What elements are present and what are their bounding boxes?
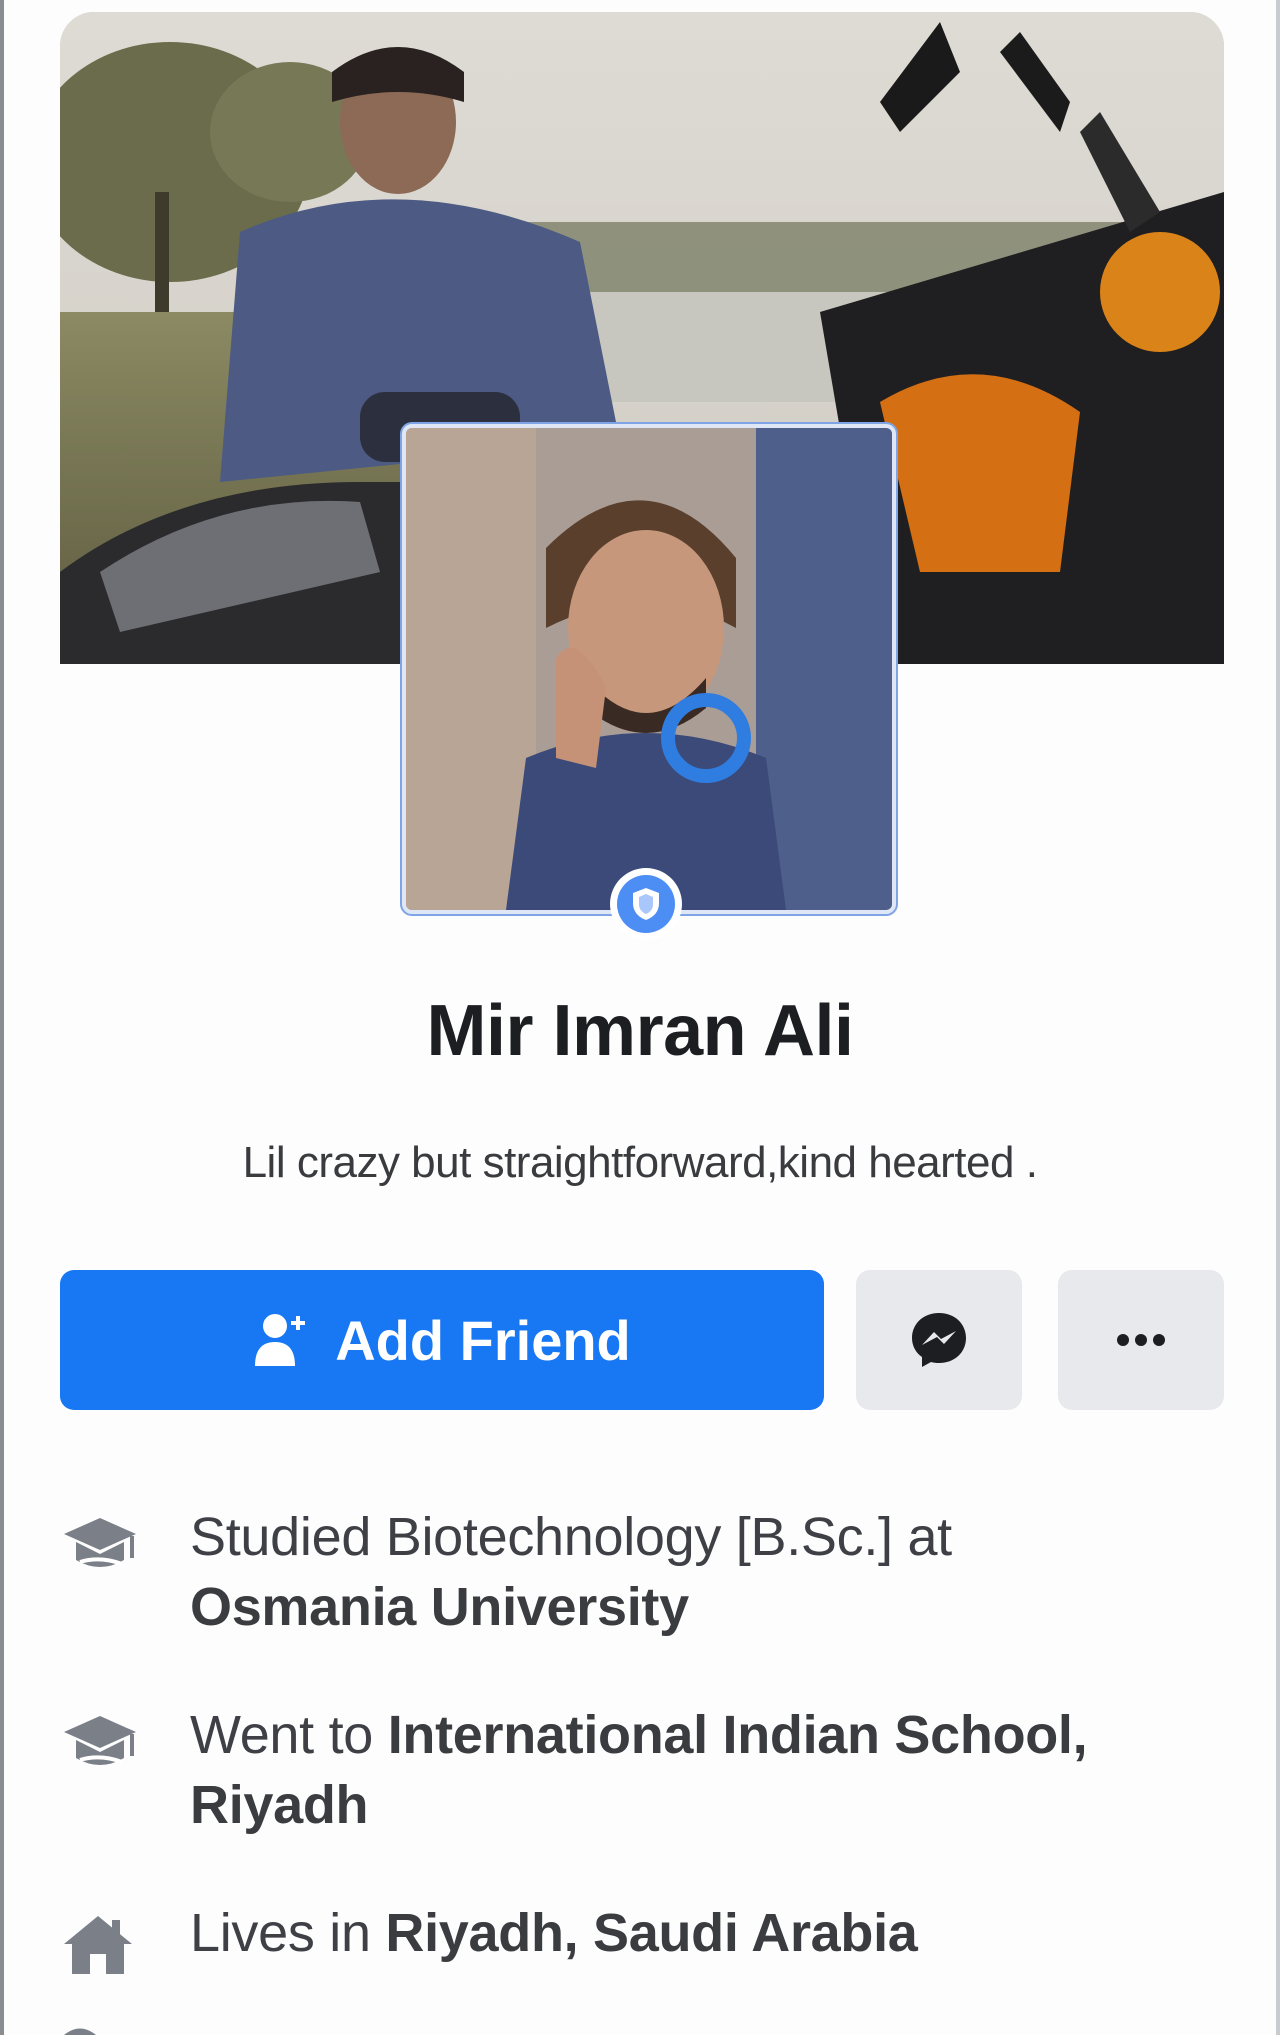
intro-education-link[interactable]: Osmania University <box>190 1577 689 1637</box>
profile-picture[interactable] <box>402 424 896 914</box>
graduation-cap-icon <box>60 1512 140 1592</box>
next-intro-icon-partial <box>60 2022 100 2035</box>
add-friend-label: Add Friend <box>335 1308 631 1372</box>
messenger-icon <box>912 1313 966 1367</box>
graduation-cap-icon <box>60 1710 140 1790</box>
intro-city-prefix: Lives in <box>190 1903 371 1963</box>
profile-actions: Add Friend <box>60 1270 1224 1410</box>
add-friend-button[interactable]: Add Friend <box>60 1270 824 1410</box>
profile-picture-guard-badge <box>610 868 682 940</box>
more-dots-icon <box>1117 1334 1165 1346</box>
more-options-button[interactable] <box>1058 1270 1224 1410</box>
intro-education-prefix: Studied Biotechnology [B.Sc.] at <box>190 1507 952 1567</box>
shield-icon <box>633 888 659 920</box>
profile-page: Mir Imran Ali Lil crazy but straightforw… <box>4 0 1276 2035</box>
home-icon <box>60 1912 140 1992</box>
profile-name: Mir Imran Ali <box>426 991 854 1071</box>
profile-bio: Lil crazy but straightforward,kind heart… <box>242 1138 1038 1187</box>
window-frame-right <box>1276 0 1280 2035</box>
profile-picture-image <box>406 428 892 910</box>
add-person-icon <box>255 1314 306 1366</box>
message-button[interactable] <box>856 1270 1022 1410</box>
intro-school-prefix: Went to <box>190 1705 373 1765</box>
intro-city-link[interactable]: Riyadh, Saudi Arabia <box>385 1903 917 1963</box>
